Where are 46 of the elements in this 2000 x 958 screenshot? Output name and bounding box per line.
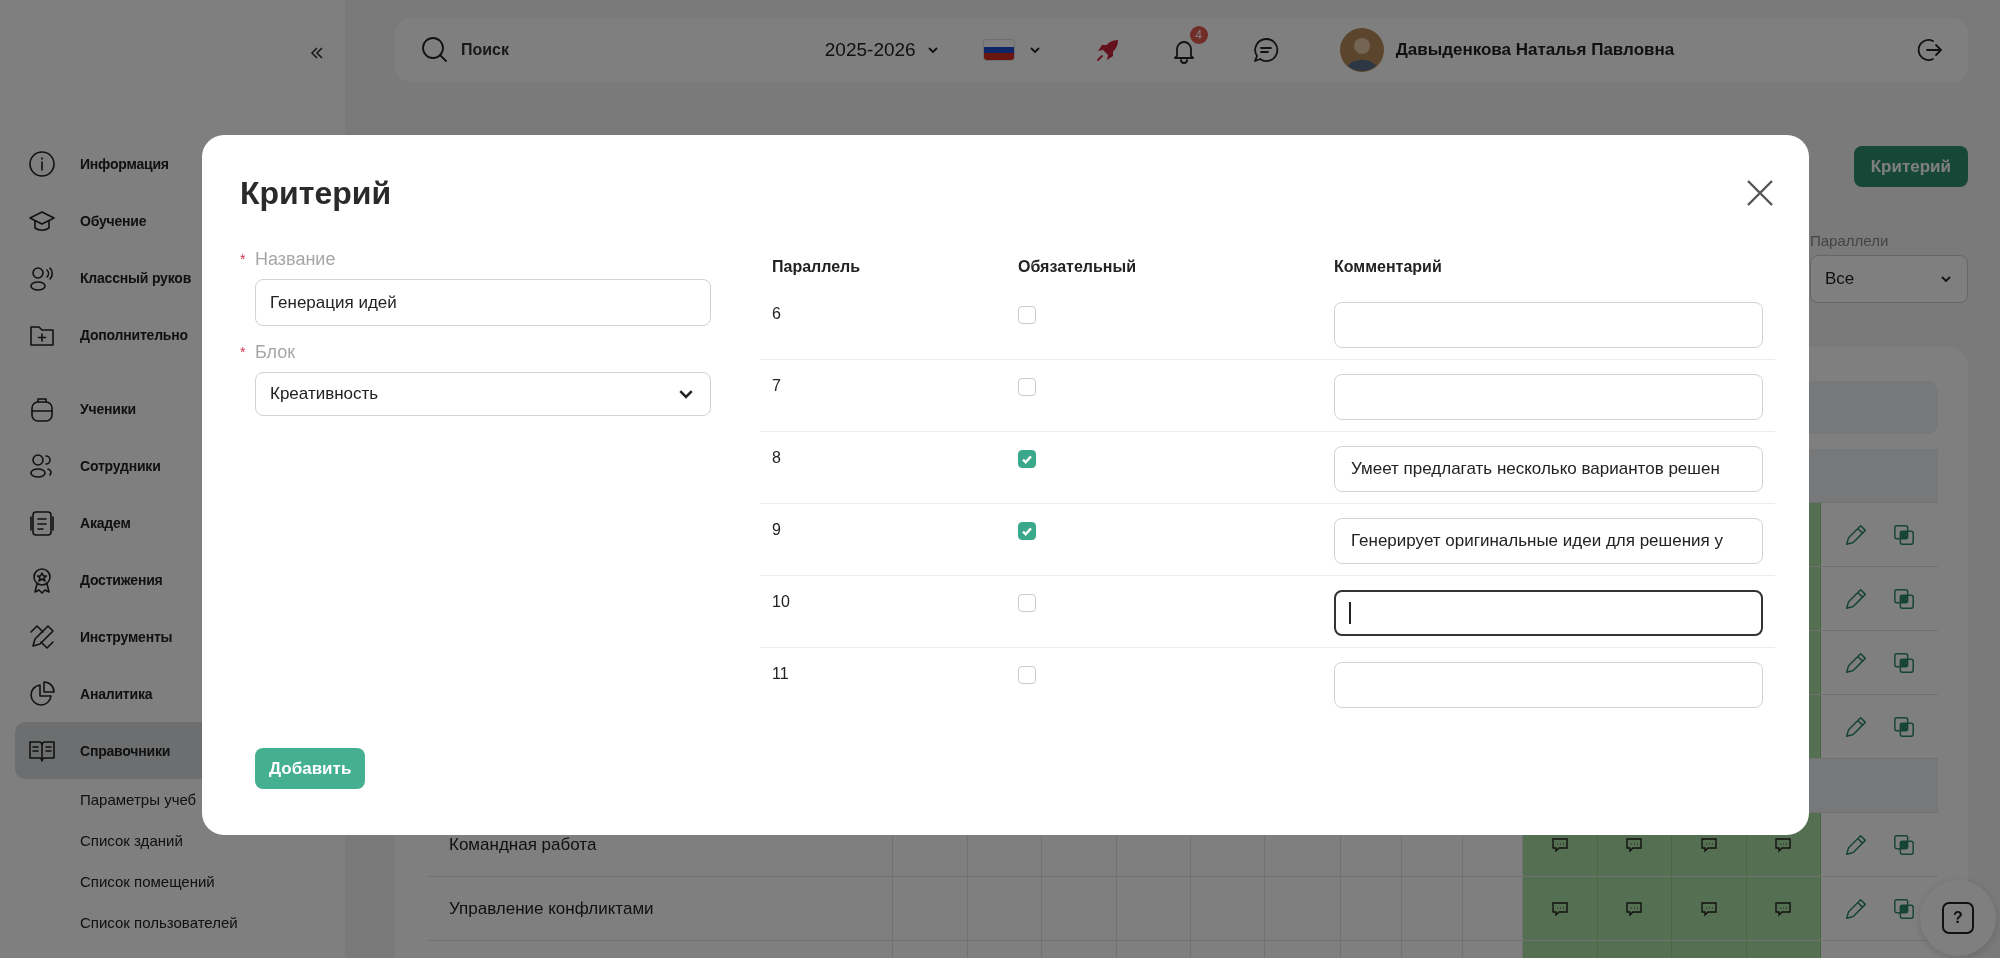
sidebar-label: Дополнительно bbox=[80, 326, 188, 343]
dialog-title: Критерий bbox=[240, 174, 392, 212]
notification-badge: 4 bbox=[1189, 26, 1208, 44]
parallel-number: 7 bbox=[772, 376, 782, 396]
column-header: Комментарий bbox=[1334, 258, 1443, 277]
sidebar-item[interactable]: Достижения bbox=[15, 551, 330, 608]
column-header: Параллель bbox=[772, 258, 862, 277]
parallel-number: 8 bbox=[772, 448, 782, 468]
sidebar-label: Обучение bbox=[80, 212, 147, 229]
sidebar-label: Аналитика bbox=[80, 685, 153, 702]
sidebar-item[interactable]: Академ bbox=[15, 494, 330, 551]
parallel-number: 9 bbox=[772, 520, 782, 540]
sidebar-label: Ученики bbox=[80, 400, 136, 417]
name-field[interactable]: Генерация идей bbox=[255, 279, 711, 326]
sidebar-label: Справочники bbox=[80, 742, 171, 759]
field-label: Название bbox=[255, 248, 336, 270]
criterion-name: Управление конфликтами bbox=[449, 898, 654, 919]
sidebar-label: Достижения bbox=[80, 571, 163, 588]
comment-field[interactable]: Умеет предлагать несколько вариантов решен bbox=[1334, 446, 1763, 492]
criterion-button[interactable]: Критерий bbox=[1853, 146, 1968, 187]
year-selector[interactable]: 2025-2026 bbox=[824, 39, 940, 61]
sidebar-item[interactable]: Аналитика bbox=[15, 665, 330, 722]
sidebar-item[interactable]: Сотрудники bbox=[15, 437, 330, 494]
required-mark: * bbox=[240, 344, 247, 360]
field-label: Блок bbox=[255, 341, 296, 363]
sidebar-label: Классный руков bbox=[80, 269, 192, 286]
parallel-number: 11 bbox=[772, 664, 790, 684]
sidebar-label: Инструменты bbox=[80, 628, 173, 645]
filter-select[interactable]: Все bbox=[1810, 255, 1968, 303]
sidebar-label: Академ bbox=[80, 514, 131, 531]
sidebar-item[interactable]: Инструменты bbox=[15, 608, 330, 665]
add-button[interactable]: Добавить bbox=[255, 748, 366, 789]
sidebar-subitem[interactable]: Список помещений bbox=[0, 861, 345, 902]
parallel-number: 10 bbox=[772, 592, 791, 612]
sidebar-subitem[interactable]: Список пользователей bbox=[0, 902, 345, 943]
block-select[interactable]: Креативность bbox=[255, 372, 711, 416]
user-name: Давыденкова Наталья Павловна bbox=[1395, 40, 1675, 60]
criterion-name: Командная работа bbox=[449, 834, 597, 855]
sidebar-subitem[interactable]: Список зданий bbox=[0, 820, 345, 861]
parallel-number: 6 bbox=[772, 304, 782, 324]
comment-field[interactable]: Генерирует оригинальные идеи для решения у bbox=[1334, 518, 1763, 564]
search-field[interactable]: Поиск bbox=[459, 40, 583, 60]
required-mark: * bbox=[240, 251, 247, 267]
sidebar-label: Сотрудники bbox=[80, 457, 161, 474]
column-header: Обязательный bbox=[1018, 258, 1137, 277]
sidebar-label: Информация bbox=[80, 155, 169, 172]
